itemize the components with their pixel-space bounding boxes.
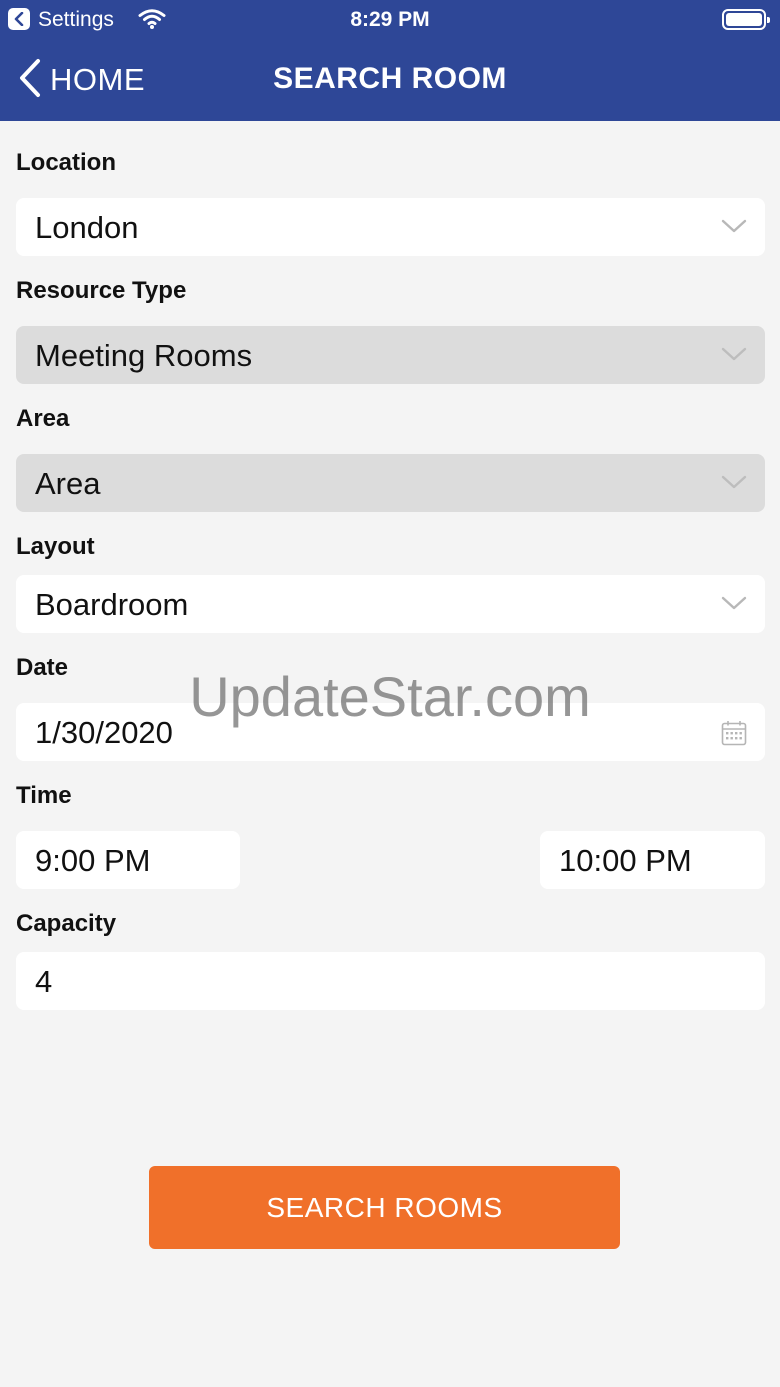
- location-select[interactable]: London: [16, 198, 765, 256]
- layout-label: Layout: [16, 533, 95, 560]
- location-label: Location: [16, 149, 116, 176]
- capacity-label: Capacity: [16, 910, 117, 937]
- chevron-down-icon: [721, 474, 747, 495]
- area-select[interactable]: Area: [16, 454, 765, 512]
- date-value: 1/30/2020: [35, 715, 173, 750]
- area-label: Area: [16, 405, 70, 432]
- layout-select[interactable]: Boardroom: [16, 575, 765, 633]
- resource-type-label: Resource Type: [16, 277, 187, 304]
- resource-type-select[interactable]: Meeting Rooms: [16, 326, 765, 384]
- date-label: Date: [16, 654, 69, 681]
- calendar-icon[interactable]: [721, 720, 747, 751]
- end-time-field[interactable]: 10:00 PM: [540, 831, 765, 889]
- layout-value: Boardroom: [35, 587, 189, 622]
- status-bar: Settings 8:29 PM: [0, 0, 780, 40]
- capacity-input[interactable]: 4: [16, 952, 765, 1010]
- battery-icon: [722, 9, 770, 30]
- location-value: London: [35, 210, 139, 245]
- start-time-field[interactable]: 9:00 PM: [16, 831, 240, 889]
- end-time-value: 10:00 PM: [559, 843, 692, 878]
- start-time-value: 9:00 PM: [35, 843, 151, 878]
- clock: 8:29 PM: [350, 8, 430, 31]
- capacity-value: 4: [35, 964, 53, 999]
- chevron-down-icon: [721, 218, 747, 239]
- resource-type-value: Meeting Rooms: [35, 338, 253, 373]
- time-label: Time: [16, 782, 72, 809]
- chevron-down-icon: [721, 346, 747, 367]
- chevron-down-icon: [721, 595, 747, 616]
- page-title: SEARCH ROOM: [273, 62, 507, 95]
- area-value: Area: [35, 466, 101, 501]
- navigation-bar: HOME SEARCH ROOM: [0, 40, 780, 121]
- search-rooms-button[interactable]: SEARCH ROOMS: [149, 1166, 620, 1249]
- date-field[interactable]: 1/30/2020: [16, 703, 765, 761]
